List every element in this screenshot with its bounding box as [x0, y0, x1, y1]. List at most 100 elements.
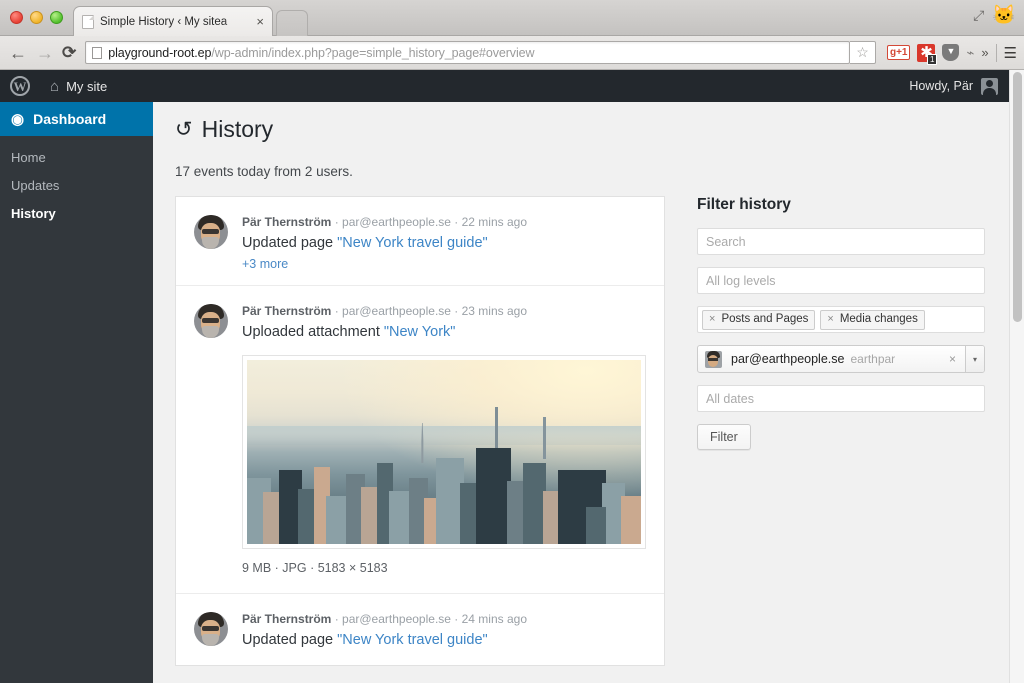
back-icon[interactable]: ←	[8, 44, 28, 62]
minimize-window-button[interactable]	[30, 11, 43, 24]
filter-button[interactable]: Filter	[697, 424, 751, 450]
new-york-skyline-image	[247, 360, 641, 544]
sidebar-item-updates[interactable]: Updates	[0, 172, 153, 200]
gplus-icon[interactable]: g+1	[887, 45, 911, 60]
log-level-select[interactable]: All log levels	[697, 267, 985, 294]
event-log-column: Pär Thernström · par@earthpeople.se · 22…	[175, 196, 665, 666]
event-body: Pär Thernström · par@earthpeople.se · 24…	[242, 610, 644, 651]
event-user-name: Pär Thernström	[242, 215, 331, 229]
site-name-label: My site	[66, 79, 107, 94]
admin-body: ◉ Dashboard Home Updates History ↺ Histo…	[0, 102, 1024, 683]
browser-tab-strip: Simple History ‹ My sitea × ⤢ 🐱	[0, 0, 1024, 36]
message-types-select[interactable]: × Posts and Pages × Media changes	[697, 306, 985, 333]
cat-icon[interactable]: 🐱	[992, 6, 1016, 25]
chip-label: Posts and Pages	[721, 312, 808, 327]
event-meta: Pär Thernström · par@earthpeople.se · 23…	[242, 302, 644, 320]
events-summary: 17 events today from 2 users.	[175, 164, 1024, 179]
sidebar-item-dashboard[interactable]: ◉ Dashboard	[0, 102, 153, 136]
howdy-label: Howdy, Pär	[909, 79, 973, 93]
event-user-name: Pär Thernström	[242, 304, 331, 318]
list-item[interactable]: Pär Thernström · par@earthpeople.se · 22…	[176, 197, 664, 286]
event-time: 24 mins ago	[462, 612, 527, 626]
attachment-filemeta: 9 MB · JPG · 5183 × 5183	[242, 559, 644, 577]
event-object-link[interactable]: "New York travel guide"	[337, 235, 488, 251]
user-select-email: par@earthpeople.se	[731, 352, 844, 366]
address-bar[interactable]: playground-root.ep/wp-admin/index.php?pa…	[85, 41, 850, 64]
close-window-button[interactable]	[10, 11, 23, 24]
browser-tab[interactable]: Simple History ‹ My sitea ×	[73, 6, 273, 36]
avatar	[194, 304, 228, 338]
maximize-window-button[interactable]	[50, 11, 63, 24]
user-select[interactable]: par@earthpeople.se earthpar × ▾	[697, 345, 985, 373]
event-time: 22 mins ago	[462, 215, 527, 229]
page-title: ↺ History	[175, 116, 1024, 143]
event-log-card: Pär Thernström · par@earthpeople.se · 22…	[175, 196, 665, 666]
event-object-link[interactable]: "New York"	[384, 324, 456, 340]
event-action: Updated page	[242, 632, 337, 648]
bookmark-button[interactable]: ☆	[850, 41, 876, 64]
list-item[interactable]: Pär Thernström · par@earthpeople.se · 24…	[176, 594, 664, 665]
attachment-thumbnail[interactable]	[242, 355, 646, 549]
window-controls: ⤢ 🐱	[973, 6, 1016, 25]
chrome-menu-icon[interactable]: ☰	[996, 44, 1016, 62]
filter-panel: Filter history Search All log levels × P…	[697, 196, 989, 666]
main-content: ↺ History 17 events today from 2 users.	[153, 102, 1024, 683]
search-input[interactable]: Search	[697, 228, 985, 255]
page-title-label: History	[202, 116, 274, 143]
dates-placeholder: All dates	[706, 392, 754, 406]
clear-icon[interactable]: ×	[949, 352, 965, 366]
reload-icon[interactable]: ⟳	[62, 43, 76, 63]
page-info-icon[interactable]	[92, 47, 102, 59]
url-path: /wp-admin/index.php?page=simple_history_…	[211, 46, 534, 60]
page-scrollbar[interactable]	[1009, 70, 1024, 683]
window-traffic-lights	[10, 11, 63, 24]
event-text: Updated page "New York travel guide"	[242, 630, 644, 651]
sidebar-item-history[interactable]: History	[0, 200, 153, 228]
browser-toolbar: ← → ⟳ playground-root.ep/wp-admin/index.…	[0, 36, 1024, 70]
avatar	[981, 78, 998, 95]
log-level-placeholder: All log levels	[706, 274, 775, 288]
avatar	[194, 612, 228, 646]
sidebar-item-label: Dashboard	[33, 111, 106, 127]
close-icon[interactable]: ×	[827, 312, 833, 327]
site-name-menu[interactable]: ⌂ My site	[40, 70, 117, 102]
chevron-down-icon[interactable]: ▾	[965, 346, 984, 372]
dashboard-icon: ◉	[11, 110, 24, 128]
event-text: Uploaded attachment "New York"	[242, 322, 644, 343]
extension-badge-count: 1	[927, 54, 937, 65]
extensions-area: g+1 ✱ 1 ▼ ⌁ » ☰	[883, 44, 1016, 62]
sidebar-item-home[interactable]: Home	[0, 144, 153, 172]
event-meta: Pär Thernström · par@earthpeople.se · 24…	[242, 610, 644, 628]
avatar	[194, 215, 228, 249]
sidebar-submenu: Home Updates History	[0, 136, 153, 238]
account-menu[interactable]: Howdy, Pär	[909, 78, 1024, 95]
close-icon[interactable]: ×	[709, 312, 715, 327]
forward-icon[interactable]: →	[35, 44, 55, 62]
event-object-link[interactable]: "New York travel guide"	[337, 632, 488, 648]
fullscreen-icon[interactable]: ⤢	[973, 7, 984, 24]
asterisk-extension-icon[interactable]: ✱ 1	[917, 44, 935, 62]
wp-logo-menu[interactable]: W	[0, 70, 40, 102]
chip-posts-and-pages[interactable]: × Posts and Pages	[702, 310, 815, 330]
overflow-icon[interactable]: »	[981, 45, 988, 60]
event-user-email: par@earthpeople.se	[342, 612, 451, 626]
event-user-name: Pär Thernström	[242, 612, 331, 626]
event-user-email: par@earthpeople.se	[342, 304, 451, 318]
wordpress-logo-icon: W	[10, 76, 30, 96]
event-user-email: par@earthpeople.se	[342, 215, 451, 229]
cast-icon[interactable]: ⌁	[966, 45, 974, 61]
home-icon: ⌂	[50, 78, 59, 95]
show-more-link[interactable]: +3 more	[242, 257, 644, 271]
dates-select[interactable]: All dates	[697, 385, 985, 412]
scrollbar-thumb[interactable]	[1013, 72, 1022, 322]
shield-extension-icon[interactable]: ▼	[942, 44, 959, 61]
close-icon[interactable]: ×	[256, 15, 264, 28]
list-item[interactable]: Pär Thernström · par@earthpeople.se · 23…	[176, 286, 664, 594]
wp-admin-bar: W ⌂ My site Howdy, Pär	[0, 70, 1024, 102]
admin-sidebar: ◉ Dashboard Home Updates History	[0, 102, 153, 683]
avatar	[705, 351, 722, 368]
chip-media-changes[interactable]: × Media changes	[820, 310, 924, 330]
new-tab-button[interactable]	[276, 10, 308, 36]
event-body: Pär Thernström · par@earthpeople.se · 22…	[242, 213, 644, 271]
event-meta: Pär Thernström · par@earthpeople.se · 22…	[242, 213, 644, 231]
